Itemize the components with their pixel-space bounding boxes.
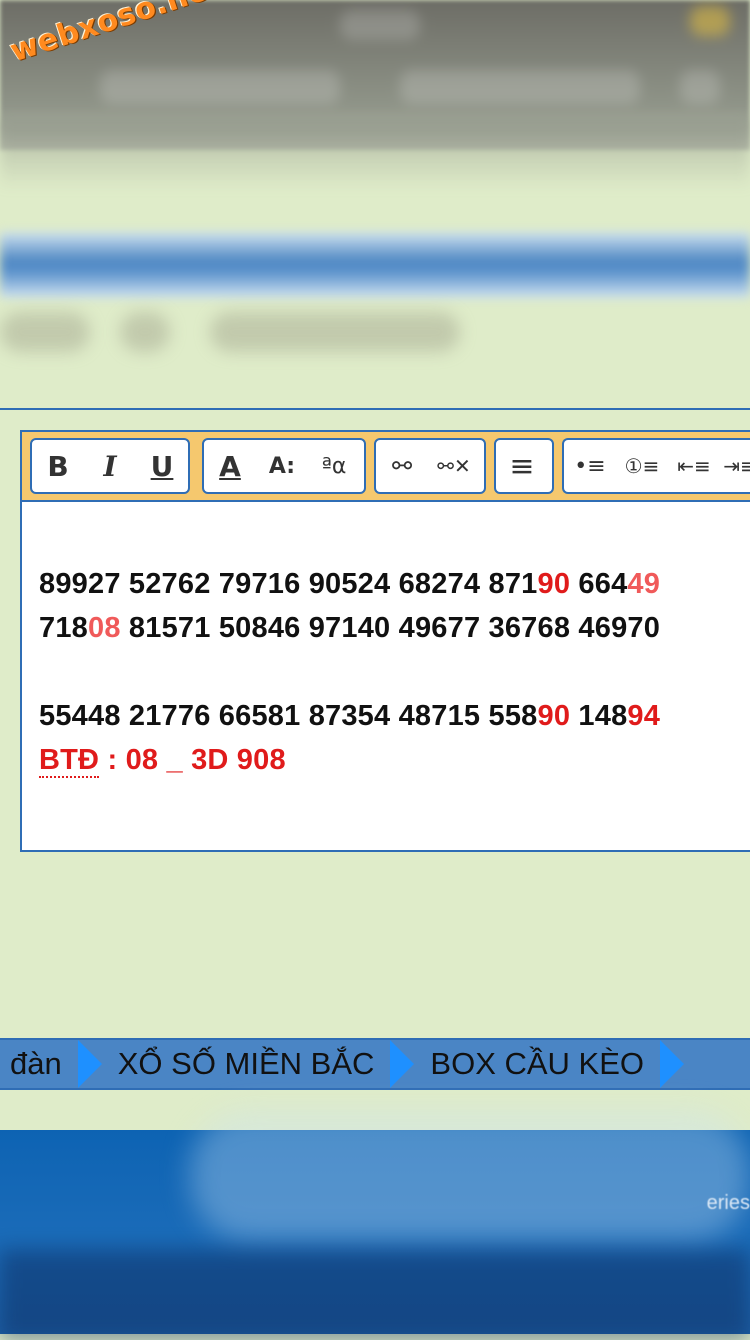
highlighted-digits: 49 — [627, 568, 661, 600]
nav-item-xsmb[interactable]: XỔ SỐ MIỀN BẮC — [108, 1046, 385, 1082]
link-group: ⚯ ⚯✕ — [374, 438, 486, 494]
footer-text-fragment: eries — [706, 1192, 750, 1214]
font-family-icon[interactable]: ªα — [308, 440, 360, 492]
underline-button[interactable]: U — [136, 440, 188, 492]
blurred-header-blob — [690, 6, 730, 36]
list-group: •≡ ①≡ ⇤≡ ⇥≡ — [562, 438, 750, 494]
indent-icon[interactable]: ⇥≡ — [720, 440, 750, 492]
number-text: 148 — [570, 700, 628, 732]
chevron-right-icon — [660, 1040, 685, 1088]
btd-label: BTĐ — [39, 744, 100, 778]
btd-value: : 08 _ 3D 908 — [99, 744, 286, 776]
blurred-text — [210, 312, 460, 352]
numbered-list-icon[interactable]: ①≡ — [616, 440, 668, 492]
blurred-header-blob — [400, 70, 640, 104]
italic-button[interactable]: I — [84, 440, 136, 492]
post-editor[interactable]: B I U A A: ªα ⚯ ⚯✕ ≡ •≡ ①≡ ⇤≡ ⇥≡ 89927 5… — [20, 430, 750, 852]
highlighted-digits: 08 — [88, 612, 121, 644]
font-group: A A: ªα — [202, 438, 366, 494]
number-line-1: 89927 52762 79716 90524 68274 87190 6644… — [39, 562, 750, 606]
editor-toolbar: B I U A A: ªα ⚯ ⚯✕ ≡ •≡ ①≡ ⇤≡ ⇥≡ — [22, 432, 750, 502]
footer-shadow — [0, 1250, 750, 1340]
link-icon[interactable]: ⚯ — [376, 440, 428, 492]
number-text: 664 — [570, 568, 628, 600]
nav-item-dan[interactable]: đàn — [0, 1046, 72, 1082]
blurred-header-blob — [680, 70, 720, 104]
blurred-title-band — [0, 232, 750, 298]
highlighted-digits: 94 — [627, 700, 661, 732]
number-line-3: 55448 21776 66581 87354 48715 55890 1489… — [39, 694, 750, 738]
chevron-right-icon — [77, 1040, 102, 1088]
divider — [0, 408, 750, 410]
format-group: B I U — [30, 438, 190, 494]
blurred-text — [120, 312, 170, 352]
outdent-icon[interactable]: ⇤≡ — [668, 440, 720, 492]
header-fade — [0, 120, 750, 190]
blurred-header-blob — [340, 10, 420, 40]
highlighted-digits: 90 — [537, 700, 571, 732]
blurred-text — [0, 312, 90, 352]
category-nav: đàn XỔ SỐ MIỀN BẮC BOX CẦU KÈO — [0, 1038, 750, 1090]
number-line-2: 71808 81571 50846 97140 49677 36768 4697… — [39, 606, 750, 650]
nav-item-box-cau-keo[interactable]: BOX CẦU KÈO — [420, 1046, 654, 1082]
number-text: 718 — [39, 612, 88, 644]
chevron-right-icon — [390, 1040, 415, 1088]
highlighted-digits: 90 — [537, 568, 571, 600]
footer-glow — [190, 1110, 750, 1240]
font-color-icon[interactable]: A — [204, 440, 256, 492]
align-group: ≡ — [494, 438, 554, 494]
bullet-list-icon[interactable]: •≡ — [564, 440, 616, 492]
number-text: 55448 21776 66581 87354 48715 558 — [39, 700, 538, 732]
font-size-icon[interactable]: A: — [256, 440, 308, 492]
post-content[interactable]: 89927 52762 79716 90524 68274 87190 6644… — [39, 562, 750, 782]
number-text: 89927 52762 79716 90524 68274 871 — [39, 568, 538, 600]
blurred-header-blob — [100, 70, 340, 104]
blurred-footer: eries — [0, 1110, 750, 1340]
unlink-icon[interactable]: ⚯✕ — [428, 440, 480, 492]
align-left-icon[interactable]: ≡ — [496, 440, 548, 492]
bold-button[interactable]: B — [32, 440, 84, 492]
btd-line: BTĐ : 08 _ 3D 908 — [39, 738, 750, 782]
number-text: 81571 50846 97140 49677 36768 46970 — [120, 612, 661, 644]
